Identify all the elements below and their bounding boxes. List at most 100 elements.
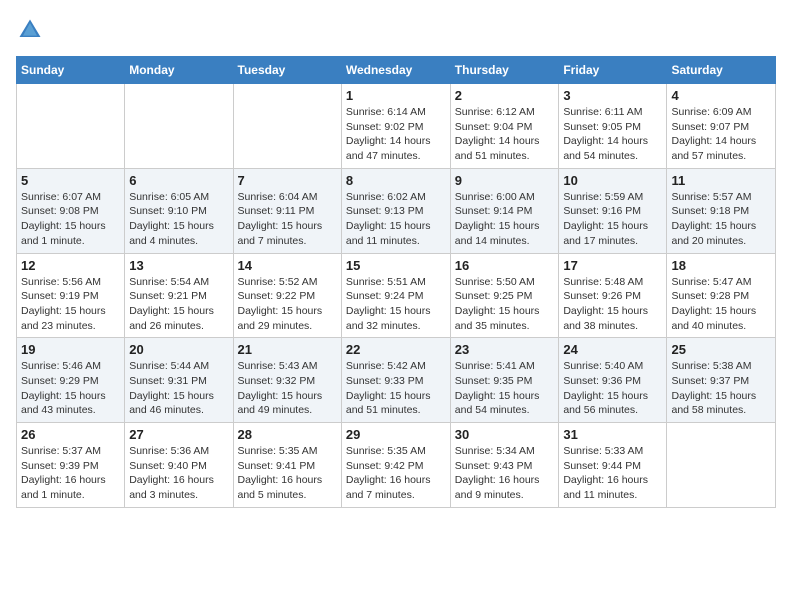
calendar-cell: 2 Sunrise: 6:12 AM Sunset: 9:04 PM Daylig… [450,84,559,169]
calendar-week-row: 1 Sunrise: 6:14 AM Sunset: 9:02 PM Daylig… [17,84,776,169]
day-number: 15 [346,258,446,273]
calendar-cell: 18Sunrise: 5:47 AM Sunset: 9:28 PM Dayli… [667,253,776,338]
day-number: 3 [563,88,662,103]
calendar-cell: 26 Sunrise: 5:37 AM Sunset: 9:39 PM Dayli… [17,423,125,508]
calendar-cell: 25 Sunrise: 5:38 AM Sunset: 9:37 PM Dayli… [667,338,776,423]
calendar-cell: 4Sunrise: 6:09 AM Sunset: 9:07 PM Daylig… [667,84,776,169]
day-info: Sunrise: 5:36 AM Sunset: 9:40 PM Dayligh… [129,444,228,503]
day-header: Tuesday [233,57,341,84]
calendar-week-row: 12 Sunrise: 5:56 AM Sunset: 9:19 PM Dayli… [17,253,776,338]
day-number: 30 [455,427,555,442]
day-number: 4 [671,88,771,103]
day-info: Sunrise: 5:59 AM Sunset: 9:16 PM Dayligh… [563,190,662,249]
calendar-cell: 29 Sunrise: 5:35 AM Sunset: 9:42 PM Dayli… [341,423,450,508]
calendar-cell [233,84,341,169]
day-number: 11 [671,173,771,188]
day-number: 28 [238,427,337,442]
day-info: Sunrise: 6:14 AM Sunset: 9:02 PM Dayligh… [346,105,446,164]
calendar-cell: 19 Sunrise: 5:46 AM Sunset: 9:29 PM Dayli… [17,338,125,423]
day-info: Sunrise: 5:44 AM Sunset: 9:31 PM Dayligh… [129,359,228,418]
day-header: Friday [559,57,667,84]
day-number: 17 [563,258,662,273]
calendar-week-row: 5 Sunrise: 6:07 AM Sunset: 9:08 PM Daylig… [17,168,776,253]
day-info: Sunrise: 5:47 AM Sunset: 9:28 PM Dayligh… [671,275,771,334]
calendar-cell [17,84,125,169]
day-header: Monday [125,57,233,84]
calendar-cell: 24 Sunrise: 5:40 AM Sunset: 9:36 PM Dayli… [559,338,667,423]
day-number: 23 [455,342,555,357]
day-header: Sunday [17,57,125,84]
day-number: 25 [671,342,771,357]
day-number: 24 [563,342,662,357]
day-number: 27 [129,427,228,442]
day-number: 20 [129,342,228,357]
day-info: Sunrise: 6:07 AM Sunset: 9:08 PM Dayligh… [21,190,120,249]
day-info: Sunrise: 5:41 AM Sunset: 9:35 PM Dayligh… [455,359,555,418]
day-info: Sunrise: 5:34 AM Sunset: 9:43 PM Dayligh… [455,444,555,503]
day-info: Sunrise: 6:05 AM Sunset: 9:10 PM Dayligh… [129,190,228,249]
day-number: 10 [563,173,662,188]
day-number: 1 [346,88,446,103]
day-number: 5 [21,173,120,188]
calendar-week-row: 26 Sunrise: 5:37 AM Sunset: 9:39 PM Dayli… [17,423,776,508]
calendar-cell: 30 Sunrise: 5:34 AM Sunset: 9:43 PM Dayli… [450,423,559,508]
day-info: Sunrise: 5:33 AM Sunset: 9:44 PM Dayligh… [563,444,662,503]
day-info: Sunrise: 5:43 AM Sunset: 9:32 PM Dayligh… [238,359,337,418]
calendar-header-row: SundayMondayTuesdayWednesdayThursdayFrid… [17,57,776,84]
day-info: Sunrise: 5:51 AM Sunset: 9:24 PM Dayligh… [346,275,446,334]
day-number: 19 [21,342,120,357]
day-info: Sunrise: 5:52 AM Sunset: 9:22 PM Dayligh… [238,275,337,334]
calendar-cell: 8 Sunrise: 6:02 AM Sunset: 9:13 PM Daylig… [341,168,450,253]
calendar-cell: 11 Sunrise: 5:57 AM Sunset: 9:18 PM Dayli… [667,168,776,253]
day-info: Sunrise: 5:37 AM Sunset: 9:39 PM Dayligh… [21,444,120,503]
calendar-cell: 16 Sunrise: 5:50 AM Sunset: 9:25 PM Dayli… [450,253,559,338]
day-info: Sunrise: 6:12 AM Sunset: 9:04 PM Dayligh… [455,105,555,164]
day-number: 22 [346,342,446,357]
calendar-cell: 13 Sunrise: 5:54 AM Sunset: 9:21 PM Dayli… [125,253,233,338]
calendar-cell: 6Sunrise: 6:05 AM Sunset: 9:10 PM Daylig… [125,168,233,253]
day-info: Sunrise: 5:56 AM Sunset: 9:19 PM Dayligh… [21,275,120,334]
calendar-week-row: 19 Sunrise: 5:46 AM Sunset: 9:29 PM Dayli… [17,338,776,423]
day-info: Sunrise: 5:40 AM Sunset: 9:36 PM Dayligh… [563,359,662,418]
day-number: 9 [455,173,555,188]
calendar-cell: 17Sunrise: 5:48 AM Sunset: 9:26 PM Dayli… [559,253,667,338]
day-number: 29 [346,427,446,442]
day-info: Sunrise: 6:04 AM Sunset: 9:11 PM Dayligh… [238,190,337,249]
day-number: 31 [563,427,662,442]
calendar-cell: 22 Sunrise: 5:42 AM Sunset: 9:33 PM Dayli… [341,338,450,423]
day-number: 26 [21,427,120,442]
logo-icon [16,16,44,44]
day-number: 13 [129,258,228,273]
logo [16,16,48,44]
calendar-table: SundayMondayTuesdayWednesdayThursdayFrid… [16,56,776,508]
day-number: 12 [21,258,120,273]
calendar-cell: 15 Sunrise: 5:51 AM Sunset: 9:24 PM Dayli… [341,253,450,338]
calendar-cell: 28 Sunrise: 5:35 AM Sunset: 9:41 PM Dayli… [233,423,341,508]
day-info: Sunrise: 5:35 AM Sunset: 9:41 PM Dayligh… [238,444,337,503]
day-info: Sunrise: 6:00 AM Sunset: 9:14 PM Dayligh… [455,190,555,249]
day-info: Sunrise: 5:42 AM Sunset: 9:33 PM Dayligh… [346,359,446,418]
day-number: 21 [238,342,337,357]
calendar-cell: 23 Sunrise: 5:41 AM Sunset: 9:35 PM Dayli… [450,338,559,423]
calendar-cell: 21 Sunrise: 5:43 AM Sunset: 9:32 PM Dayli… [233,338,341,423]
day-number: 14 [238,258,337,273]
calendar-cell: 9 Sunrise: 6:00 AM Sunset: 9:14 PM Daylig… [450,168,559,253]
calendar-cell: 10 Sunrise: 5:59 AM Sunset: 9:16 PM Dayli… [559,168,667,253]
calendar-cell: 31 Sunrise: 5:33 AM Sunset: 9:44 PM Dayli… [559,423,667,508]
calendar-cell [125,84,233,169]
day-info: Sunrise: 5:57 AM Sunset: 9:18 PM Dayligh… [671,190,771,249]
calendar-cell: 1 Sunrise: 6:14 AM Sunset: 9:02 PM Daylig… [341,84,450,169]
calendar-cell: 7Sunrise: 6:04 AM Sunset: 9:11 PM Daylig… [233,168,341,253]
calendar-cell: 20 Sunrise: 5:44 AM Sunset: 9:31 PM Dayli… [125,338,233,423]
day-info: Sunrise: 6:02 AM Sunset: 9:13 PM Dayligh… [346,190,446,249]
day-info: Sunrise: 5:54 AM Sunset: 9:21 PM Dayligh… [129,275,228,334]
day-info: Sunrise: 5:46 AM Sunset: 9:29 PM Dayligh… [21,359,120,418]
calendar-cell [667,423,776,508]
day-number: 8 [346,173,446,188]
day-info: Sunrise: 5:35 AM Sunset: 9:42 PM Dayligh… [346,444,446,503]
day-number: 16 [455,258,555,273]
day-info: Sunrise: 5:38 AM Sunset: 9:37 PM Dayligh… [671,359,771,418]
calendar-cell: 27 Sunrise: 5:36 AM Sunset: 9:40 PM Dayli… [125,423,233,508]
day-info: Sunrise: 5:50 AM Sunset: 9:25 PM Dayligh… [455,275,555,334]
day-number: 2 [455,88,555,103]
